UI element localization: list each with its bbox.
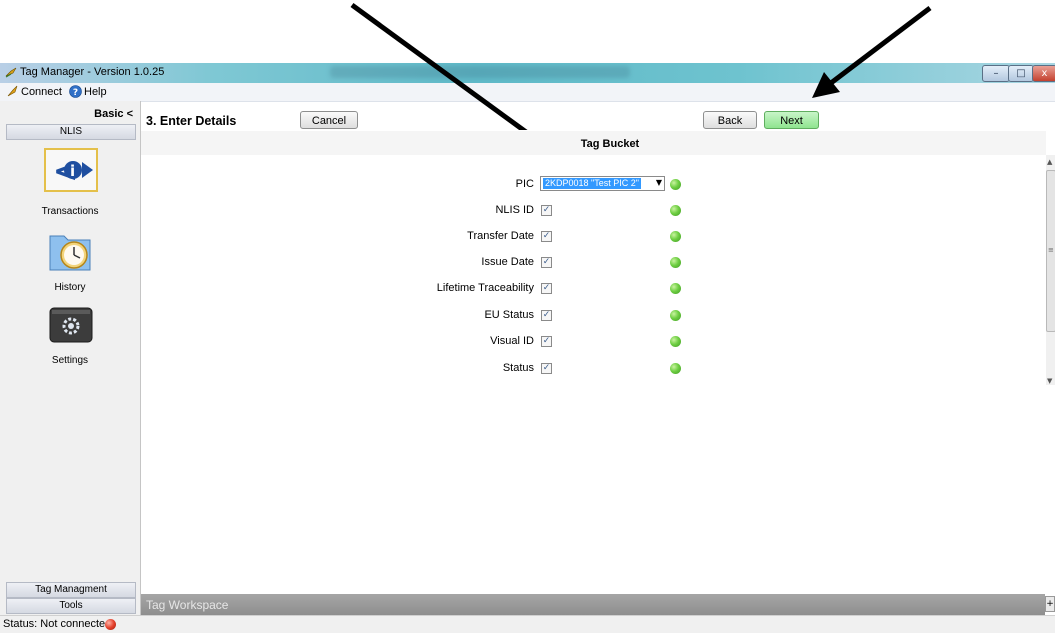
field-label-issue-date: Issue Date [481, 256, 534, 268]
disconnected-indicator-icon [105, 619, 116, 630]
expand-workspace-button[interactable]: + [1045, 596, 1055, 612]
pic-label: PIC [515, 178, 534, 190]
field-label-transfer-date: Transfer Date [467, 230, 534, 242]
cancel-button[interactable]: Cancel [300, 111, 358, 129]
checkbox-lifetime-traceability[interactable]: ✓ [541, 283, 552, 294]
status-bar [0, 615, 1055, 633]
back-button[interactable]: Back [703, 111, 757, 129]
blurred-title-region [330, 66, 630, 78]
nav-item-history[interactable]: History [6, 282, 134, 293]
window-title-bar: Tag Manager - Version 1.0.25 – □ x [0, 63, 1055, 83]
connect-icon [7, 85, 18, 97]
scrollbar-grip-icon: ≡ [1048, 246, 1054, 254]
nav-section-nlis[interactable]: NLIS [6, 124, 136, 140]
svg-text:?: ? [73, 88, 78, 98]
menu-connect[interactable]: Connect [21, 86, 62, 98]
dropdown-arrow-icon[interactable]: ▼ [656, 178, 662, 187]
nav-item-settings[interactable]: Settings [6, 355, 134, 366]
field-label-status: Status [502, 362, 534, 374]
field-label-nlis-id: NLIS ID [495, 204, 534, 216]
checkbox-visual-id[interactable]: ✓ [541, 336, 552, 347]
tag-workspace-label: Tag Workspace [146, 598, 229, 612]
step-title: 3. Enter Details [146, 114, 237, 128]
scroll-down-arrow-icon[interactable]: ▼ [1047, 377, 1052, 385]
form-title: Tag Bucket [580, 138, 640, 150]
close-button[interactable]: x [1032, 65, 1055, 82]
app-icon [5, 67, 17, 78]
minimize-button[interactable]: – [982, 65, 1010, 82]
basic-mode-toggle[interactable]: Basic < [0, 108, 133, 120]
status-indicator-icon [670, 363, 681, 374]
status-indicator-icon [670, 179, 681, 190]
pic-selected-value: 2KDP0018 "Test PIC 2" [543, 178, 641, 189]
svg-text:i: i [70, 162, 75, 180]
history-clock-icon[interactable] [44, 228, 98, 272]
nav-section-tag-managment[interactable]: Tag Managment [6, 582, 136, 598]
details-form-area [141, 131, 1046, 594]
next-button[interactable]: Next [764, 111, 819, 129]
pic-dropdown[interactable]: 2KDP0018 "Test PIC 2" ▼ [540, 176, 665, 191]
maximize-button[interactable]: □ [1008, 65, 1034, 82]
menu-help[interactable]: Help [84, 86, 107, 98]
status-indicator-icon [670, 205, 681, 216]
checkbox-nlis-id[interactable]: ✓ [541, 205, 552, 216]
checkbox-transfer-date[interactable]: ✓ [541, 231, 552, 242]
status-indicator-icon [670, 257, 681, 268]
nav-item-transactions[interactable]: Transactions [6, 206, 134, 217]
window-title: Tag Manager - Version 1.0.25 [20, 66, 165, 78]
field-label-visual-id: Visual ID [490, 335, 534, 347]
menu-bar [0, 83, 1055, 102]
checkbox-status[interactable]: ✓ [541, 363, 552, 374]
scroll-up-arrow-icon[interactable]: ▲ [1047, 158, 1052, 166]
status-indicator-icon [670, 336, 681, 347]
help-icon: ? [69, 85, 82, 98]
checkbox-issue-date[interactable]: ✓ [541, 257, 552, 268]
nav-section-tools[interactable]: Tools [6, 598, 136, 614]
tag-workspace-bar[interactable] [141, 594, 1045, 615]
status-indicator-icon [670, 283, 681, 294]
field-label-eu-status: EU Status [484, 309, 534, 321]
connection-status-text: Status: Not connected [3, 618, 112, 630]
transactions-icon[interactable]: < i [44, 148, 98, 192]
field-label-lifetime-traceability: Lifetime Traceability [436, 282, 534, 294]
status-indicator-icon [670, 231, 681, 242]
checkbox-eu-status[interactable]: ✓ [541, 310, 552, 321]
settings-gear-icon[interactable] [44, 304, 98, 348]
status-indicator-icon [670, 310, 681, 321]
